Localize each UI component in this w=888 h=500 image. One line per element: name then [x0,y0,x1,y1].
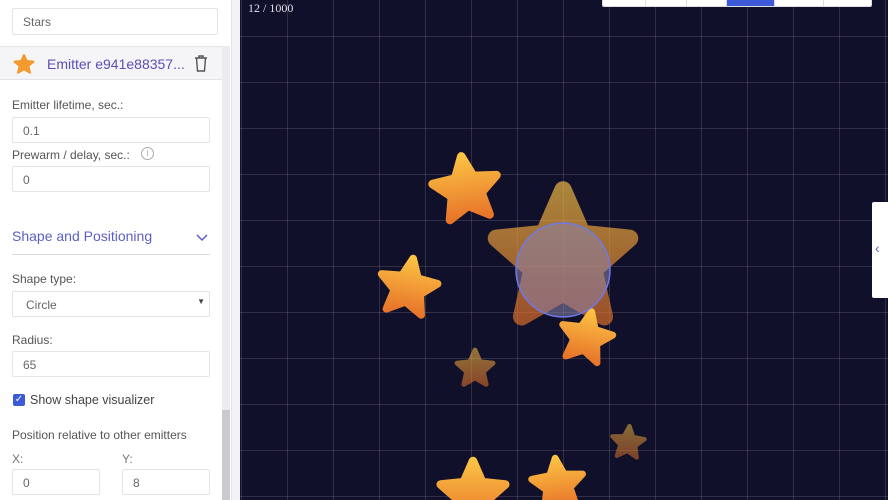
toolbar-button-5[interactable] [775,0,824,6]
x-label: X: [12,452,24,466]
expand-right-panel-button[interactable]: ‹ [872,202,888,298]
lifetime-label: Emitter lifetime, sec.: [12,98,124,112]
shape-type-select[interactable]: Circle ▼ [12,291,210,317]
radius-input[interactable]: 65 [12,351,210,377]
shape-visualizer-circle [515,222,611,318]
shape-type-value: Circle [26,298,57,312]
radius-label: Radius: [12,333,53,347]
toolbar-button-2[interactable] [646,0,687,6]
name-input[interactable]: Stars [12,8,218,35]
show-visualizer-label: Show shape visualizer [30,393,155,407]
star-particle [429,152,502,222]
star-particle [376,254,442,317]
toolbar-button-4[interactable] [727,0,775,6]
info-icon[interactable]: i [141,147,154,160]
emitter-header[interactable]: Emitter e941e88357... [0,46,222,80]
y-input[interactable]: 8 [122,469,210,495]
trash-icon[interactable] [194,55,208,72]
x-input[interactable]: 0 [12,469,100,495]
shape-positioning-section[interactable]: Shape and Positioning [12,228,210,255]
position-label: Position relative to other emitters [12,428,187,442]
particle-counter: 12 / 1000 [248,1,294,15]
toolbar-button-1[interactable] [603,0,646,6]
chevron-down-icon [196,234,208,242]
toolbar-button-6[interactable] [824,0,871,6]
star-icon [13,54,35,74]
prewarm-input[interactable]: 0 [12,166,210,192]
shape-type-label: Shape type: [12,272,77,286]
section-title: Shape and Positioning [12,228,153,244]
lifetime-input[interactable]: 0.1 [12,117,210,143]
star-particle [611,425,646,458]
toolbar-segmented [602,0,872,7]
sidebar: Stars Emitter e941e88357... Emitter life… [0,0,232,500]
star-particle [530,455,586,500]
show-visualizer-checkbox[interactable]: ✓ [13,394,25,406]
dropdown-arrow-icon: ▼ [197,297,205,306]
star-particle [441,461,506,500]
scrollbar-thumb[interactable] [222,410,230,500]
chevron-left-icon: ‹ [875,240,880,256]
panel-splitter[interactable] [232,0,240,500]
prewarm-label: Prewarm / delay, sec.: [12,148,130,162]
particles-layer [240,0,888,500]
toolbar-button-3[interactable] [687,0,727,6]
emitter-title: Emitter e941e88357... [47,56,185,72]
star-particle [457,350,493,384]
y-label: Y: [122,452,133,466]
